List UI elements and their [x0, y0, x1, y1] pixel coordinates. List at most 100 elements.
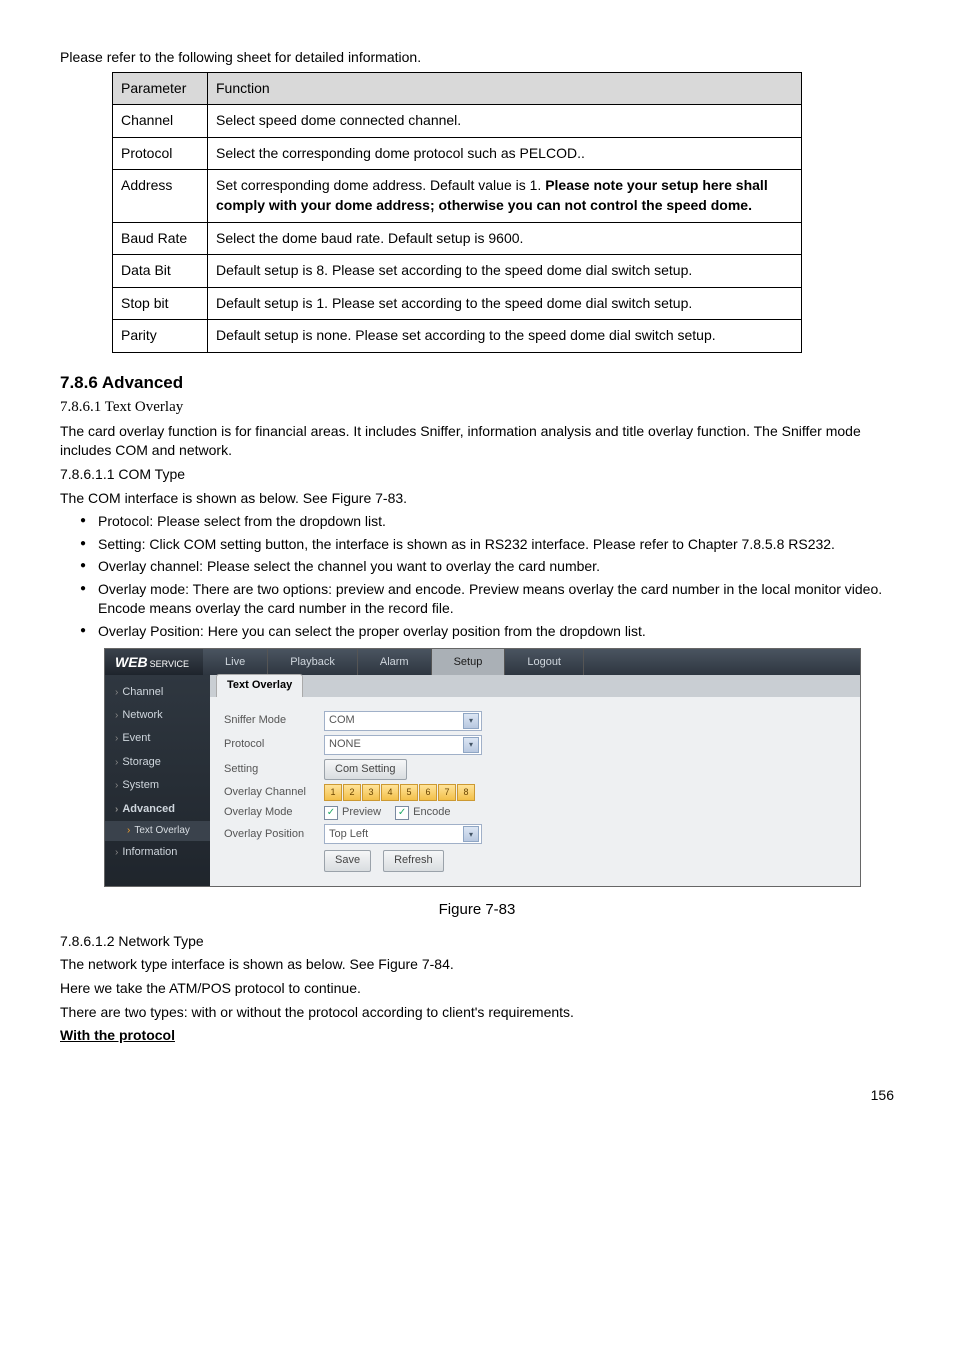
- main-tab-text-overlay[interactable]: Text Overlay: [216, 674, 303, 696]
- channel-2[interactable]: 2: [343, 784, 361, 801]
- sidebar: Channel Network Event Storage System Adv…: [105, 675, 210, 886]
- param-cell: Address: [113, 170, 208, 222]
- checkbox-icon: ✓: [324, 806, 338, 820]
- param-cell: Channel: [113, 105, 208, 138]
- select-sniffer-mode[interactable]: COM ▾: [324, 711, 482, 731]
- intro-text: Please refer to the following sheet for …: [60, 48, 894, 68]
- func-cell: Select the corresponding dome protocol s…: [208, 137, 802, 170]
- channel-7[interactable]: 7: [438, 784, 456, 801]
- func-cell: Select speed dome connected channel.: [208, 105, 802, 138]
- section-heading: 7.8.6 Advanced: [60, 371, 894, 395]
- param-cell: Protocol: [113, 137, 208, 170]
- checkbox-icon: ✓: [395, 806, 409, 820]
- sidebar-item-channel[interactable]: Channel: [105, 681, 210, 704]
- list-item: Overlay Position: Here you can select th…: [80, 622, 894, 642]
- table-row: ParityDefault setup is none. Please set …: [113, 320, 802, 353]
- tab-live[interactable]: Live: [203, 649, 268, 675]
- param-cell: Stop bit: [113, 287, 208, 320]
- numbered-heading: 7.8.6.1.2 Network Type: [60, 932, 894, 952]
- logo: WEBSERVICE: [105, 649, 203, 675]
- figure-caption: Figure 7-83: [60, 899, 894, 920]
- sidebar-item-event[interactable]: Event: [105, 727, 210, 750]
- list-item: Setting: Click COM setting button, the i…: [80, 535, 894, 555]
- logo-main: WEB: [115, 654, 148, 670]
- paragraph: The card overlay function is for financi…: [60, 422, 894, 461]
- table-header-function: Function: [208, 72, 802, 105]
- table-header-parameter: Parameter: [113, 72, 208, 105]
- select-value: COM: [329, 713, 355, 728]
- table-row: ProtocolSelect the corresponding dome pr…: [113, 137, 802, 170]
- label-protocol: Protocol: [224, 737, 324, 752]
- sidebar-item-storage[interactable]: Storage: [105, 751, 210, 774]
- table-row: Data BitDefault setup is 8. Please set a…: [113, 255, 802, 288]
- func-cell: Default setup is none. Please set accord…: [208, 320, 802, 353]
- func-cell: Set corresponding dome address. Default …: [208, 170, 802, 222]
- page-number: 156: [60, 1086, 894, 1106]
- label-setting: Setting: [224, 762, 324, 777]
- paragraph: There are two types: with or without the…: [60, 1003, 894, 1023]
- tab-logout[interactable]: Logout: [505, 649, 584, 675]
- func-text-pre: Set corresponding dome address. Default …: [216, 177, 545, 193]
- chevron-down-icon: ▾: [463, 713, 479, 729]
- paragraph: The network type interface is shown as b…: [60, 955, 894, 975]
- label-overlay-channel: Overlay Channel: [224, 785, 324, 800]
- main-tab-row: Text Overlay: [210, 675, 860, 697]
- select-protocol[interactable]: NONE ▾: [324, 735, 482, 755]
- refresh-button[interactable]: Refresh: [383, 850, 444, 871]
- table-row: Address Set corresponding dome address. D…: [113, 170, 802, 222]
- checkbox-label: Encode: [413, 805, 450, 820]
- func-cell: Select the dome baud rate. Default setup…: [208, 222, 802, 255]
- com-setting-button[interactable]: Com Setting: [324, 759, 407, 780]
- func-cell: Default setup is 1. Please set according…: [208, 287, 802, 320]
- logo-sub: SERVICE: [150, 659, 189, 669]
- with-protocol-heading: With the protocol: [60, 1026, 894, 1046]
- label-overlay-mode: Overlay Mode: [224, 805, 324, 820]
- table-row: Baud RateSelect the dome baud rate. Defa…: [113, 222, 802, 255]
- numbered-heading: 7.8.6.1.1 COM Type: [60, 465, 894, 485]
- channel-5[interactable]: 5: [400, 784, 418, 801]
- select-overlay-position[interactable]: Top Left ▾: [324, 824, 482, 844]
- web-service-window: WEBSERVICE Live Playback Alarm Setup Log…: [104, 648, 861, 887]
- subsection-heading: 7.8.6.1 Text Overlay: [60, 397, 894, 418]
- sidebar-item-system[interactable]: System: [105, 774, 210, 797]
- main-panel: Text Overlay Sniffer Mode COM ▾ Protocol …: [210, 675, 860, 886]
- tab-setup[interactable]: Setup: [432, 649, 506, 675]
- chevron-down-icon: ▾: [463, 737, 479, 753]
- parameter-table: Parameter Function ChannelSelect speed d…: [112, 72, 802, 353]
- sidebar-item-advanced[interactable]: Advanced: [105, 798, 210, 821]
- select-value: Top Left: [329, 827, 368, 842]
- table-row: ChannelSelect speed dome connected chann…: [113, 105, 802, 138]
- tab-playback[interactable]: Playback: [268, 649, 358, 675]
- checkbox-label: Preview: [342, 805, 381, 820]
- list-item: Overlay channel: Please select the chann…: [80, 557, 894, 577]
- save-button[interactable]: Save: [324, 850, 371, 871]
- figure-screenshot: WEBSERVICE Live Playback Alarm Setup Log…: [104, 648, 894, 920]
- channel-8[interactable]: 8: [457, 784, 475, 801]
- bullet-list: Protocol: Please select from the dropdow…: [60, 512, 894, 642]
- label-overlay-position: Overlay Position: [224, 827, 324, 842]
- checkbox-encode[interactable]: ✓ Encode: [395, 805, 450, 820]
- paragraph: The COM interface is shown as below. See…: [60, 489, 894, 509]
- param-cell: Data Bit: [113, 255, 208, 288]
- channel-4[interactable]: 4: [381, 784, 399, 801]
- table-row: Stop bitDefault setup is 1. Please set a…: [113, 287, 802, 320]
- channel-selector: 1 2 3 4 5 6 7 8: [324, 784, 475, 801]
- param-cell: Parity: [113, 320, 208, 353]
- form-area: Sniffer Mode COM ▾ Protocol NONE ▾ Setting…: [210, 697, 860, 886]
- channel-1[interactable]: 1: [324, 784, 342, 801]
- sidebar-item-information[interactable]: Information: [105, 841, 210, 864]
- select-value: NONE: [329, 737, 361, 752]
- list-item: Overlay mode: There are two options: pre…: [80, 580, 894, 619]
- tab-alarm[interactable]: Alarm: [358, 649, 432, 675]
- sidebar-sub-text-overlay[interactable]: Text Overlay: [105, 821, 210, 841]
- channel-3[interactable]: 3: [362, 784, 380, 801]
- label-sniffer-mode: Sniffer Mode: [224, 713, 324, 728]
- channel-6[interactable]: 6: [419, 784, 437, 801]
- list-item: Protocol: Please select from the dropdow…: [80, 512, 894, 532]
- func-cell: Default setup is 8. Please set according…: [208, 255, 802, 288]
- param-cell: Baud Rate: [113, 222, 208, 255]
- paragraph: Here we take the ATM/POS protocol to con…: [60, 979, 894, 999]
- sidebar-item-network[interactable]: Network: [105, 704, 210, 727]
- chevron-down-icon: ▾: [463, 826, 479, 842]
- checkbox-preview[interactable]: ✓ Preview: [324, 805, 381, 820]
